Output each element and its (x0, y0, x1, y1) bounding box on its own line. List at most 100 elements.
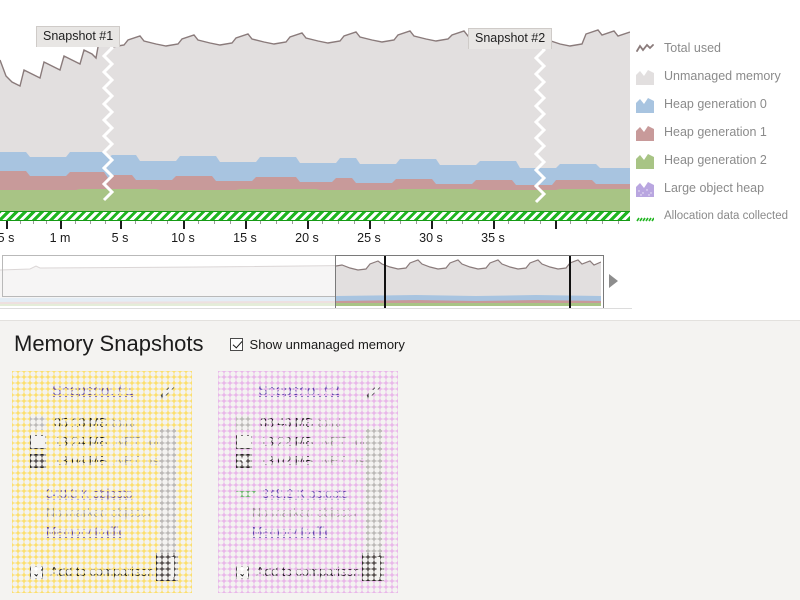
metric-row: 88.46 MB total (236, 413, 386, 432)
scrubber-marker-1[interactable] (384, 256, 386, 308)
legend-item-total-used[interactable]: Total used (636, 34, 800, 62)
objects-row: 348.3 K objects (30, 484, 180, 503)
metric-value: 13.04 MB (54, 454, 108, 468)
axis-label: 10 s (171, 231, 195, 245)
objects-link[interactable]: 348.2 K objects (262, 487, 348, 501)
checkbox-box[interactable] (236, 566, 249, 579)
card-header: Snapshot #1 (30, 383, 180, 401)
expander-triangle-icon[interactable] (236, 491, 256, 497)
metric-row: 85.18 MB total (30, 413, 180, 432)
scrubber-scroll-right-icon[interactable] (609, 274, 618, 288)
checkbox-label: Show unmanaged memory (250, 337, 405, 352)
legend-item-heap-generation-1[interactable]: Heap generation 1 (636, 118, 800, 146)
scrubber-marker-2[interactable] (569, 256, 571, 308)
legend-label: Unmanaged memory (664, 69, 781, 83)
snapshot-title-link[interactable]: Snapshot #2 (258, 383, 339, 399)
chart-legend: Total used Unmanaged memory Heap generat… (636, 34, 800, 230)
memory-bar-net-total (376, 556, 381, 578)
line-chart-icon (636, 40, 654, 57)
legend-item-large-object-heap[interactable]: Large object heap (636, 174, 800, 202)
memory-bar-total (160, 429, 176, 559)
legend-label: Total used (664, 41, 721, 55)
hatch-strip-icon (636, 208, 654, 225)
scrubber-left-track[interactable] (2, 255, 335, 297)
show-unmanaged-memory-checkbox[interactable]: Show unmanaged memory (230, 337, 405, 352)
marked-objects-note: No marked objects (252, 506, 356, 520)
legend-label: Heap generation 0 (664, 97, 767, 111)
scrubber-window-chart (336, 256, 601, 306)
axis-label: 20 s (295, 231, 319, 245)
panel-header: Memory Snapshots Show unmanaged memory (14, 333, 405, 355)
metric-value: 13.24 MB (54, 435, 108, 449)
total-swatch (236, 416, 252, 430)
legend-item-heap-generation-2[interactable]: Heap generation 2 (636, 146, 800, 174)
metric-value: 88.46 MB (260, 416, 314, 430)
marked-objects-row: No marked objects (30, 503, 180, 522)
net-used-swatch[interactable] (236, 454, 252, 468)
legend-label: Large object heap (664, 181, 764, 195)
area-swatch-icon (636, 152, 654, 169)
memory-bar-net-total (170, 556, 175, 578)
memory-timeline-graph: Snapshot #1 Snapshot #2 (0, 0, 800, 320)
pencil-icon[interactable] (364, 383, 382, 401)
area-swatch-icon (636, 96, 654, 113)
objects-link[interactable]: 348.3 K objects (46, 487, 132, 501)
checkbox-label: Add to comparison (256, 565, 360, 579)
checkbox-label: Add to comparison (50, 565, 154, 579)
memory-traffic-link[interactable]: Memory traffic (46, 525, 125, 539)
metric-value: 85.18 MB (54, 416, 108, 430)
axis-label: 30 s (419, 231, 443, 245)
metric-row: 13.22 MB .NET, total (236, 432, 386, 451)
metric-row: 13.04 MB .NET, used (30, 451, 180, 470)
axis-label: 15 s (233, 231, 257, 245)
add-to-comparison-checkbox[interactable]: Add to comparison (236, 565, 360, 579)
area-swatch-icon (636, 68, 654, 85)
legend-label: Allocation data collected (664, 210, 788, 222)
legend-label: Heap generation 1 (664, 125, 767, 139)
marked-objects-note: No marked objects (46, 506, 150, 520)
pencil-icon[interactable] (158, 383, 176, 401)
metric-unit: total (318, 416, 342, 430)
memory-bar-net-used (362, 553, 384, 581)
axis-label: 5 s (112, 231, 129, 245)
timeline-scrubber[interactable] (0, 252, 632, 310)
metric-value: 13.02 MB (260, 454, 314, 468)
metric-row: 13.24 MB .NET, total (30, 432, 180, 451)
allocation-data-strip (0, 211, 630, 221)
axis-label: 1 m (50, 231, 71, 245)
snapshot-title-link[interactable]: Snapshot #1 (52, 383, 133, 399)
memory-traffic-row: Memory traffic (236, 522, 386, 541)
metric-row: 13.02 MB .NET, used (236, 451, 386, 470)
card-links: 348.3 K objects No marked objects Memory… (30, 484, 180, 541)
net-used-swatch (30, 454, 46, 468)
scrubber-baseline (0, 308, 632, 309)
page-title: Memory Snapshots (14, 333, 204, 355)
add-to-comparison-checkbox[interactable]: Add to comparison (30, 565, 154, 579)
time-axis: 5 s 1 m 5 s 10 s 15 s 20 s 25 s 30 s 35 … (0, 219, 630, 255)
metric-unit: total (112, 416, 136, 430)
net-total-swatch (30, 435, 46, 449)
snapshot-marker-label-2[interactable]: Snapshot #2 (468, 28, 552, 49)
memory-traffic-row: Memory traffic (30, 522, 180, 541)
checkbox-box[interactable] (30, 566, 43, 579)
chevron-down-icon (240, 458, 248, 463)
legend-item-unmanaged-memory[interactable]: Unmanaged memory (636, 62, 800, 90)
snapshot-card-1[interactable]: Snapshot #1 85.18 MB total 13.24 MB .NET… (12, 371, 192, 593)
snapshot-marker-label-1[interactable]: Snapshot #1 (36, 26, 120, 47)
memory-bar-total (366, 429, 382, 559)
memory-traffic-link[interactable]: Memory traffic (252, 525, 331, 539)
memory-snapshots-panel: Memory Snapshots Show unmanaged memory S… (0, 320, 800, 600)
area-swatch-icon (636, 124, 654, 141)
card-links: 348.2 K objects No marked objects Memory… (236, 484, 386, 541)
chart-plot-area[interactable]: Snapshot #1 Snapshot #2 (0, 0, 630, 222)
card-header: Snapshot #2 (236, 383, 386, 401)
snapshot-card-2[interactable]: Snapshot #2 88.46 MB total 13.22 MB .NET… (218, 371, 398, 593)
legend-item-heap-generation-0[interactable]: Heap generation 0 (636, 90, 800, 118)
scrubber-selection-window[interactable] (335, 255, 604, 309)
legend-item-allocation-data-collected[interactable]: Allocation data collected (636, 202, 800, 230)
metric-value: 13.22 MB (260, 435, 314, 449)
legend-label: Heap generation 2 (664, 153, 767, 167)
checkbox-box[interactable] (230, 338, 243, 351)
net-total-swatch (236, 435, 252, 449)
axis-label: 35 s (481, 231, 505, 245)
